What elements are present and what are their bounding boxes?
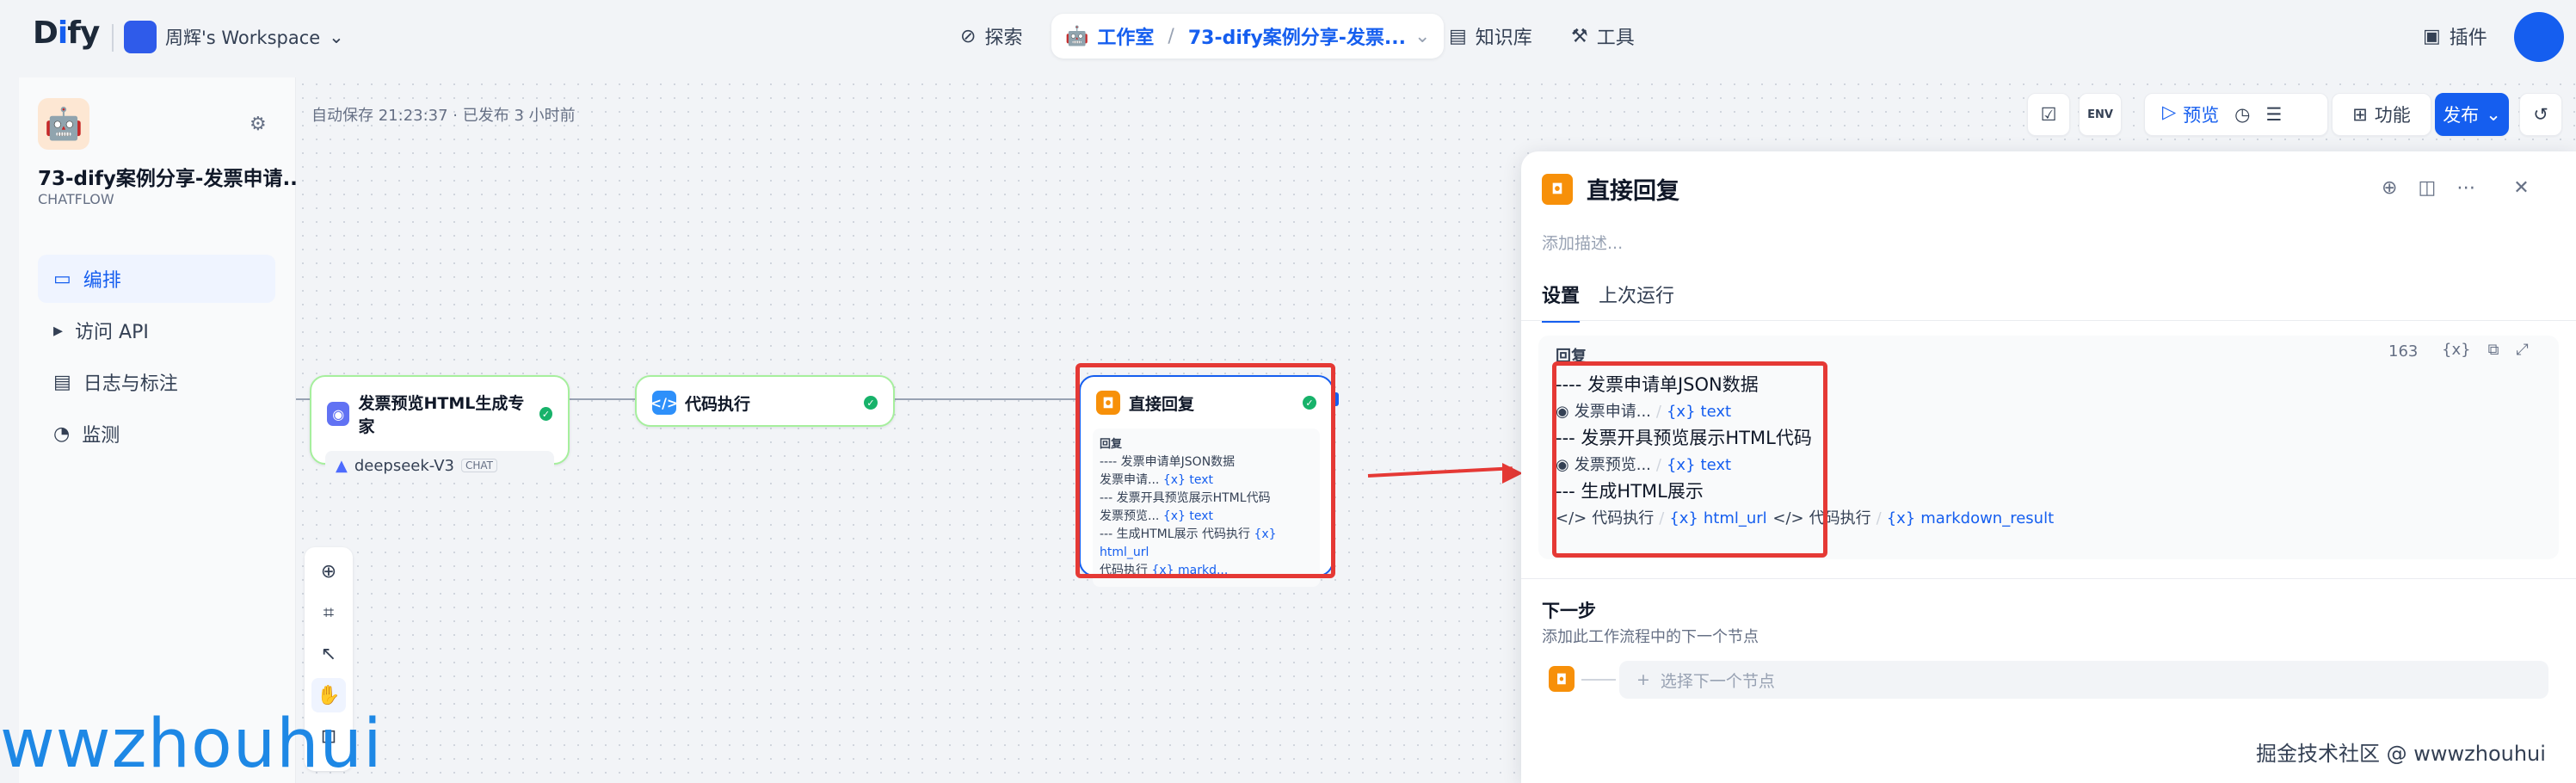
highlight-box — [1075, 363, 1335, 578]
llm-icon: ◉ — [327, 402, 350, 426]
menu-item-monitor[interactable]: ◔ 监测 — [38, 410, 275, 458]
answer-tools: {x} ⧉ ⤢ — [2442, 341, 2529, 359]
panel-tabs: 设置 上次运行 — [1542, 281, 1674, 323]
nav-explore[interactable]: ⊘ 探索 — [946, 14, 1036, 59]
split-view-icon[interactable]: ◫ — [2418, 177, 2436, 199]
llm-node[interactable]: ◉ 发票预览HTML生成专家 ✓ ▲ deepseek-V3 CHAT — [310, 375, 570, 480]
divider — [112, 24, 114, 52]
divider — [1521, 320, 2576, 321]
watermark-left: wwzhouhui — [0, 706, 383, 783]
nav-plugins[interactable]: ▣ 插件 — [2409, 14, 2501, 59]
edge — [568, 398, 637, 400]
checklist-icon: ☑ — [2040, 104, 2057, 125]
deepseek-icon: ▲ — [336, 456, 348, 475]
annotation-arrow-head — [1502, 463, 1523, 484]
preview-group: ▷ 预览 ◷ ☰ — [2144, 93, 2328, 136]
workspace-name: 周辉's Workspace — [165, 28, 321, 48]
add-node-icon[interactable]: ⊕ — [311, 554, 346, 589]
nav-tools[interactable]: ⚒ 工具 — [1557, 14, 1649, 59]
answer-icon: ◘ — [1542, 173, 1573, 205]
user-avatar[interactable] — [2514, 12, 2564, 62]
model-badge: ▲ deepseek-V3 CHAT — [325, 451, 554, 480]
app-type: CHATFLOW — [38, 191, 114, 207]
node-settings-panel: ◘ 直接回复 ⊕ ◫ ⋯ ✕ 添加描述... 设置 上次运行 回复 163 {x… — [1521, 151, 2576, 783]
robot-app-icon: 🤖 — [38, 98, 89, 150]
expand-icon[interactable]: ⤢ — [2516, 341, 2528, 359]
settings-sliders-icon[interactable]: ⚙ — [250, 114, 267, 135]
publish-button[interactable]: 发布 ⌄ — [2435, 93, 2509, 136]
insert-variable-icon[interactable]: {x} — [2442, 341, 2471, 359]
watermark-right: 掘金技术社区 @ wwwzhouhui — [2256, 742, 2546, 766]
menu-item-logs[interactable]: ▤ 日志与标注 — [38, 358, 275, 406]
env-button[interactable]: ENV — [2079, 93, 2122, 136]
answer-icon: ◘ — [1549, 666, 1575, 692]
dify-logo[interactable]: Dify — [33, 15, 100, 51]
close-icon[interactable]: ✕ — [2513, 177, 2529, 199]
top-navigation-bar: Dify 周辉's Workspace ⌄ ⊘ 探索 🤖 工作室 / 73-di… — [0, 0, 2576, 76]
next-step-title: 下一步 — [1542, 601, 1596, 621]
edge — [895, 398, 1079, 400]
breadcrumb-app[interactable]: 73-dify案例分享-发票... — [1188, 22, 1406, 50]
success-check-icon: ✓ — [864, 396, 878, 410]
compass-icon: ⊘ — [960, 25, 977, 47]
features-button[interactable]: ⊞ 功能 — [2332, 93, 2431, 136]
char-count: 163 — [2388, 342, 2419, 361]
panel-title: 直接回复 — [1587, 178, 1679, 205]
app-sidebar: 🤖 ⚙ 73-dify案例分享-发票申请... CHATFLOW ▭ 编排 ▸ … — [19, 77, 296, 783]
crosshair-icon[interactable]: ⊕ — [2382, 177, 2397, 199]
panel-actions: ⊕ ◫ ⋯ ✕ — [2382, 177, 2530, 199]
tab-last-run[interactable]: 上次运行 — [1599, 281, 1674, 323]
document-icon: ▤ — [53, 371, 71, 393]
terminal-icon: ▸ — [53, 319, 64, 342]
chevron-down-icon: ⌄ — [2486, 104, 2501, 125]
nav-studio[interactable]: 🤖 工作室 / 73-dify案例分享-发票... ⌄ — [1051, 14, 1445, 59]
layout-icon: ▭ — [53, 268, 71, 290]
code-node[interactable]: </> 代码执行 ✓ — [635, 375, 895, 427]
copy-icon[interactable]: ⧉ — [2488, 341, 2499, 359]
features-icon: ⊞ — [2352, 104, 2368, 125]
version-history-button[interactable]: ↺ — [2519, 93, 2562, 136]
menu-item-orchestrate[interactable]: ▭ 编排 — [38, 255, 275, 303]
autosave-status: 自动保存 21:23:37 · 已发布 3 小时前 — [311, 107, 576, 125]
history-run-icon[interactable]: ◷ — [2234, 104, 2250, 125]
tab-settings[interactable]: 设置 — [1542, 281, 1581, 323]
app-title: 73-dify案例分享-发票申请... — [38, 168, 296, 190]
select-next-node[interactable]: + 选择下一个节点 — [1619, 661, 2548, 699]
plugin-icon: ▣ — [2423, 25, 2441, 47]
description-input[interactable]: 添加描述... — [1542, 231, 1623, 254]
nav-knowledge[interactable]: ▤ 知识库 — [1435, 14, 1546, 59]
preview-button[interactable]: ▷ 预览 — [2162, 102, 2219, 127]
highlight-box — [1552, 361, 1827, 558]
menu-item-api[interactable]: ▸ 访问 API — [38, 306, 275, 355]
pointer-icon[interactable]: ↖ — [311, 637, 346, 671]
chevron-down-icon: ⌄ — [329, 27, 344, 47]
connector-line — [1581, 679, 1616, 681]
chevron-down-icon: ⌄ — [1414, 25, 1431, 47]
history-icon: ↺ — [2533, 104, 2548, 125]
next-step-subtitle: 添加此工作流程中的下一个节点 — [1542, 628, 1759, 646]
workspace-switcher[interactable]: 周辉's Workspace ⌄ — [124, 21, 344, 53]
robot-icon: 🤖 — [1065, 25, 1089, 47]
workspace-avatar — [124, 21, 157, 53]
breadcrumb-separator: / — [1168, 25, 1174, 47]
divider — [1521, 578, 2576, 579]
code-icon: </> — [650, 391, 678, 415]
more-icon[interactable]: ⋯ — [2456, 177, 2475, 199]
add-note-icon[interactable]: ⌗ — [311, 595, 346, 630]
play-icon: ▷ — [2162, 102, 2177, 122]
gauge-icon: ◔ — [53, 422, 71, 445]
checklist-button[interactable]: ☑ — [2027, 93, 2070, 136]
app-menu: ▭ 编排 ▸ 访问 API ▤ 日志与标注 ◔ 监测 — [38, 255, 275, 461]
success-check-icon: ✓ — [539, 407, 552, 421]
hammer-icon: ⚒ — [1571, 25, 1588, 47]
plus-icon: + — [1636, 670, 1650, 689]
list-check-icon[interactable]: ☰ — [2265, 104, 2282, 125]
book-icon: ▤ — [1449, 25, 1467, 47]
